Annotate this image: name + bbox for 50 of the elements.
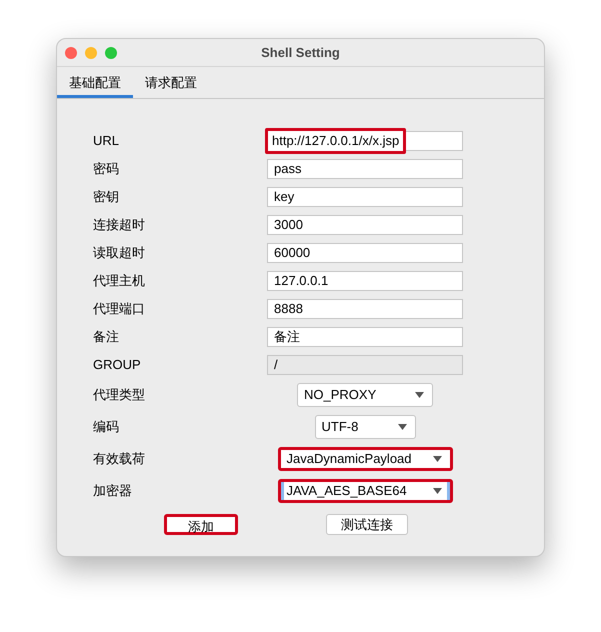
action-button[interactable]: 测试连接: [326, 514, 408, 534]
caret-icon: [432, 456, 442, 462]
action-button[interactable]: 添加: [164, 514, 238, 534]
field-value: 60000: [273, 244, 310, 262]
dropdown-value: JavaDynamicPayload: [286, 450, 412, 468]
text-field[interactable]: 127.0.0.1: [267, 271, 463, 291]
field-label: 代理端口: [93, 300, 146, 318]
field-label: 备注: [93, 328, 120, 346]
window-title: Shell Setting: [261, 44, 340, 62]
caret-icon: [398, 424, 406, 430]
field-label: 读取超时: [93, 244, 146, 262]
field-label: 编码: [93, 418, 120, 436]
field-label: URL: [93, 132, 120, 150]
close-icon[interactable]: [65, 46, 77, 58]
field-value: 3000: [273, 216, 303, 234]
field-value: key: [273, 188, 294, 206]
field-value: http://127.0.0.1/x/x.jsp: [265, 128, 406, 154]
dropdown[interactable]: JavaDynamicPayload: [278, 447, 452, 471]
dropdown[interactable]: NO_PROXY: [297, 383, 433, 407]
field-label: 代理主机: [93, 272, 146, 290]
text-field[interactable]: http://127.0.0.1/x/x.jsp: [267, 131, 463, 151]
dropdown[interactable]: JAVA_AES_BASE64: [278, 479, 452, 503]
text-field[interactable]: 备注: [267, 327, 463, 347]
caret-icon: [415, 392, 424, 398]
field-value: 备注: [273, 328, 300, 346]
minimize-icon[interactable]: [85, 46, 97, 58]
text-field[interactable]: pass: [267, 159, 463, 179]
dropdown-value: UTF-8: [322, 418, 358, 436]
dropdown[interactable]: UTF-8: [314, 415, 416, 439]
field-label: 代理类型: [93, 386, 146, 404]
text-field[interactable]: 60000: [267, 243, 463, 263]
field-value: 8888: [273, 300, 303, 318]
field-value: 127.0.0.1: [273, 272, 328, 290]
field-label: 密码: [93, 160, 120, 178]
field-label: 加密器: [93, 482, 133, 500]
text-field[interactable]: 8888: [267, 299, 463, 319]
tab[interactable]: 请求配置: [133, 67, 209, 98]
caret-icon: [432, 488, 442, 494]
dropdown-value: NO_PROXY: [304, 386, 376, 404]
field-value: pass: [273, 160, 302, 178]
zoom-icon[interactable]: [105, 46, 117, 58]
text-field[interactable]: key: [267, 187, 463, 207]
field-value: /: [273, 356, 278, 374]
field-label: GROUP: [93, 356, 142, 374]
text-field[interactable]: 3000: [267, 215, 463, 235]
field-label: 有效载荷: [93, 450, 146, 468]
dropdown-value: JAVA_AES_BASE64: [286, 482, 407, 500]
field-label: 密钥: [93, 188, 120, 206]
field-label: 连接超时: [93, 216, 146, 234]
tab[interactable]: 基础配置: [57, 67, 133, 98]
